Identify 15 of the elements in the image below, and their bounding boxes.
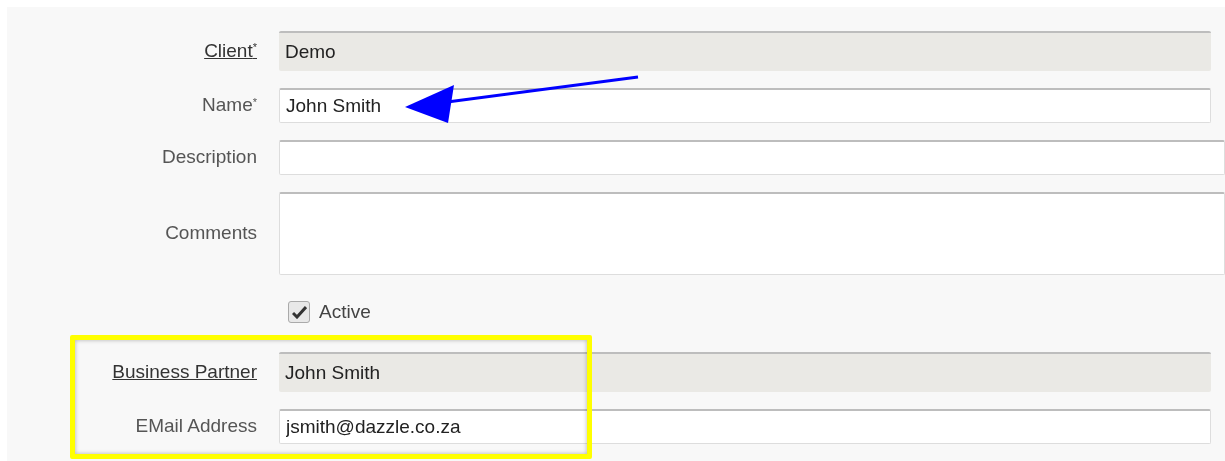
readonly-field[interactable]: John Smith [279, 352, 1211, 392]
text-field[interactable]: jsmith@dazzle.co.za [279, 409, 1211, 444]
checkbox[interactable] [288, 301, 310, 323]
field-label: Name$^{*}$ [202, 94, 257, 116]
checkmark-icon [291, 305, 307, 319]
readonly-field[interactable]: Demo [279, 31, 1211, 71]
field-label: EMail Address [135, 415, 257, 437]
field-label[interactable]: Client$^{*}$ [204, 39, 257, 61]
field-label: Description [161, 146, 257, 168]
text-field[interactable] [279, 140, 1225, 175]
text-field[interactable]: John Smith [279, 88, 1211, 123]
comments-field[interactable] [279, 192, 1225, 275]
field-label: Comments [165, 222, 257, 244]
checkbox-label: Active [319, 299, 371, 324]
field-label[interactable]: Business Partner [112, 360, 257, 382]
